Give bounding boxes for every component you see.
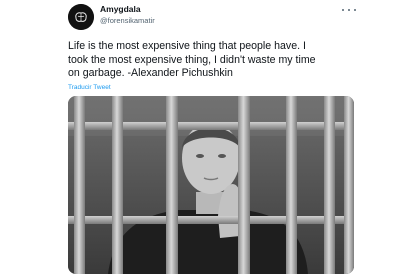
display-name[interactable]: Amygdala	[100, 5, 155, 14]
more-options-button[interactable]	[342, 6, 356, 14]
translate-tweet-link[interactable]: Traducir Tweet	[68, 84, 111, 91]
more-dot	[342, 8, 345, 12]
brain-logo-icon	[68, 4, 94, 30]
more-dot	[353, 8, 356, 12]
tweet-card: Amygdala @forensikamatir Life is the mos…	[0, 0, 420, 280]
tweet-line: on garbage. -Alexander Pichushkin	[68, 67, 233, 79]
avatar[interactable]	[68, 4, 94, 30]
tweet-line: Life is the most expensive thing that pe…	[68, 40, 306, 52]
tweet-text: Life is the most expensive thing that pe…	[68, 40, 364, 81]
author-block[interactable]: Amygdala @forensikamatir	[100, 5, 155, 24]
tweet-line: took the most expensive thing, I didn't …	[68, 53, 316, 66]
handle[interactable]: @forensikamatir	[100, 16, 155, 25]
tweet-photo[interactable]	[68, 96, 354, 274]
more-dot	[347, 8, 351, 12]
photo-man-behind-bars	[68, 96, 354, 274]
